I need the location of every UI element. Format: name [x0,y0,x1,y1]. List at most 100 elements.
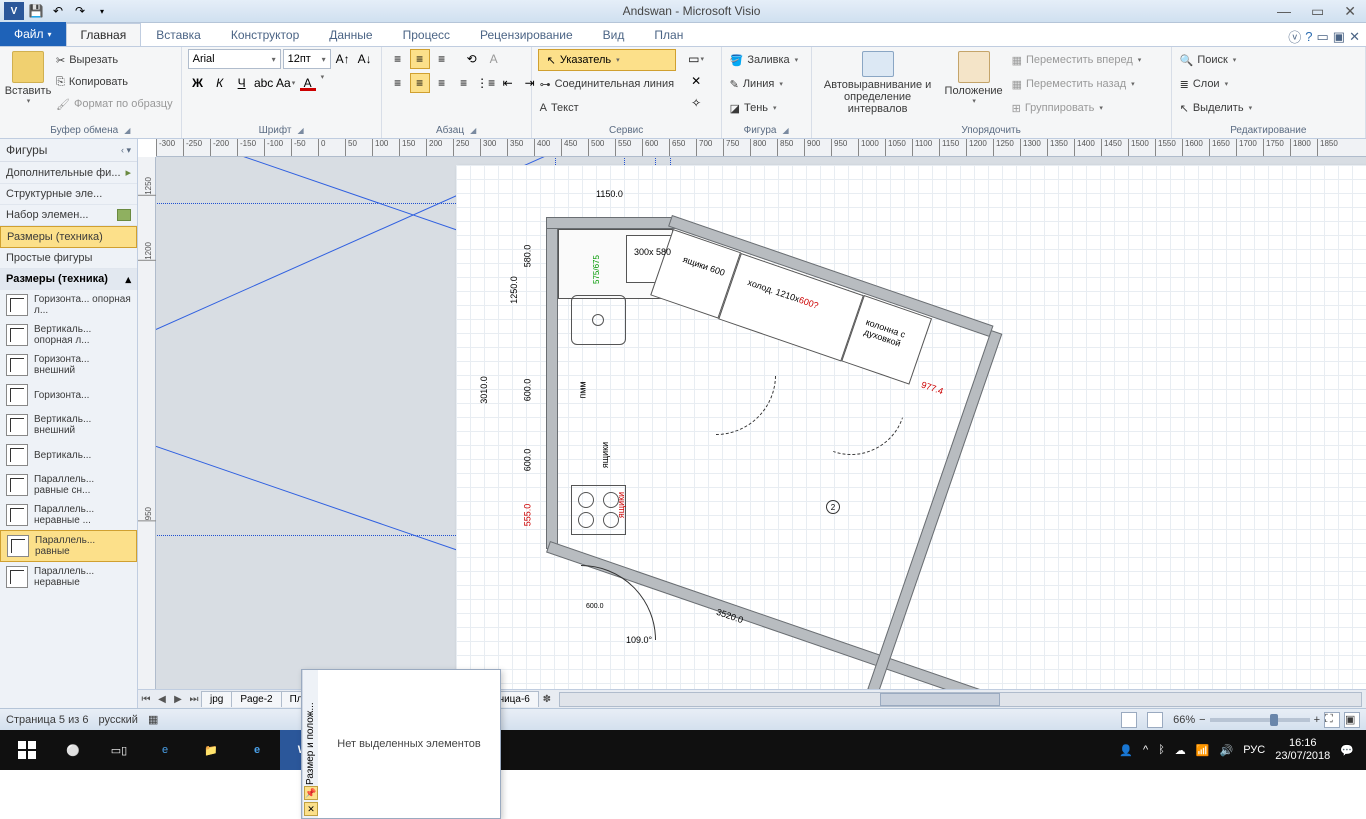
font-size-combo[interactable]: 12пт▾ [283,49,331,69]
wall[interactable] [546,217,676,229]
dim-555[interactable]: 555.0 [522,504,532,527]
shape-item-2[interactable]: Горизонта... внешний [0,350,137,380]
dim-1150[interactable]: 1150.0 [596,189,623,199]
ribbon-close-icon[interactable]: ✕ [1349,29,1360,45]
view-mode-1-button[interactable] [1121,712,1137,728]
fullscreen-button[interactable]: ▣ [1344,712,1360,728]
shape-item-0[interactable]: Горизонта... опорная л... [0,290,137,320]
help-icon[interactable]: ? [1305,29,1312,44]
notifications-icon[interactable]: 💬 [1340,744,1354,757]
dim-1250[interactable]: 1250.0 [509,276,519,304]
volume-icon[interactable]: 🔊 [1220,744,1234,757]
file-tab[interactable]: Файл [0,22,66,46]
text-tool-button[interactable]: AТекст [538,97,676,119]
status-macro-icon[interactable]: ▦ [148,713,158,726]
label-drawers[interactable]: ящики [600,442,610,468]
view-mode-2-button[interactable] [1147,712,1163,728]
layers-button[interactable]: ≣Слои▾ [1178,73,1230,95]
orientation-button[interactable]: ⟲ [462,49,482,69]
stencil-2[interactable]: Размеры (техника) [0,226,137,248]
drawing-page[interactable]: 1150.0 580.0 1250.0 3010.0 600.0 600.0 5… [456,165,1366,689]
qat-customize-icon[interactable]: ▾ [92,2,112,20]
tab-review[interactable]: Рецензирование [465,23,588,46]
shape-item-3[interactable]: Горизонта... [0,380,137,410]
bullets-button[interactable]: ⋮≡ [476,73,496,93]
close-button[interactable]: ✕ [1338,3,1362,20]
align-bottom-button[interactable]: ≡ [432,49,452,69]
align-top-button[interactable]: ≡ [388,49,408,69]
shape-item-8[interactable]: Параллель... равные [0,530,137,562]
dim-green[interactable]: 575/675 [592,255,601,284]
font-dialog-icon[interactable]: ◢ [297,126,303,135]
start-button[interactable] [4,730,50,770]
undo-icon[interactable]: ↶ [48,2,68,20]
bold-button[interactable]: Ж [188,73,208,93]
fridge[interactable] [718,253,864,362]
stencil-1[interactable]: Набор элемен... [0,205,137,226]
send-back-button[interactable]: ▦Переместить назад▾ [1010,73,1144,95]
input-lang[interactable]: РУС [1243,744,1265,756]
shape-item-7[interactable]: Параллель... неравные ... [0,500,137,530]
dim-580[interactable]: 580.0 [522,245,532,268]
dim-600b[interactable]: 600.0 [522,449,532,472]
page-prev-button[interactable]: ◀ [154,694,170,705]
page-first-button[interactable]: ⏮ [138,694,154,705]
zoom-slider[interactable] [1210,718,1310,722]
shadow-button[interactable]: ◪Тень▾ [728,97,779,119]
redo-icon[interactable]: ↷ [70,2,90,20]
zoom-slider-thumb[interactable] [1270,714,1278,726]
angle-arc[interactable] [506,565,656,689]
ruler-vertical[interactable]: 1250 1200 950 [138,157,156,689]
room-marker-2[interactable]: 2 [826,500,840,514]
edge-button[interactable]: e [142,730,188,770]
format-painter-button[interactable]: 🖌Формат по образцу [54,93,175,115]
connector-tool-button[interactable]: ⊶Соединительная линия [538,73,676,95]
page-next-button[interactable]: ▶ [170,694,186,705]
save-icon[interactable]: 💾 [26,2,46,20]
connection-point-button[interactable]: ✕ [686,71,706,91]
align-middle-button[interactable]: ≡ [410,49,430,69]
shape-item-5[interactable]: Вертикаль... [0,440,137,470]
pin-button[interactable]: 📌 [304,786,318,800]
shape-dialog-icon[interactable]: ◢ [782,126,788,135]
clock[interactable]: 16:16 23/07/2018 [1275,737,1330,763]
tab-home[interactable]: Главная [66,23,142,46]
horizontal-scrollbar[interactable] [559,692,1362,707]
ribbon-opt1-icon[interactable]: ▭ [1317,29,1329,45]
rect-tool-button[interactable]: ▭▾ [686,49,706,69]
align-right-button[interactable]: ≡ [432,73,452,93]
visio-icon[interactable]: V [4,2,24,20]
bring-front-button[interactable]: ▦Переместить вперед▾ [1010,49,1144,71]
wifi-icon[interactable]: 📶 [1196,744,1210,757]
tab-process[interactable]: Процесс [388,23,465,46]
label-pmm[interactable]: пмм [578,381,588,398]
group-button[interactable]: ⊞Группировать▾ [1010,97,1144,119]
page-tab-0[interactable]: jpg [201,691,232,707]
size-position-window[interactable]: Размер и полож... Нет выделенных элемент… [301,669,501,819]
tray-up-icon[interactable]: ^ [1143,744,1148,756]
align-left-button[interactable]: ≡ [388,73,408,93]
zoom-in-button[interactable]: + [1314,714,1320,726]
shape-item-4[interactable]: Вертикаль... внешний [0,410,137,440]
font-color-button[interactable]: A [298,73,318,93]
underline-button[interactable]: Ч [232,73,252,93]
tab-view[interactable]: Вид [588,23,640,46]
indent-dec-button[interactable]: ⇤ [498,73,518,93]
case-button[interactable]: Aa▾ [276,73,296,93]
clipboard-dialog-icon[interactable]: ◢ [124,126,130,135]
people-icon[interactable]: 👤 [1119,744,1133,757]
cut-button[interactable]: ✂Вырезать [54,49,175,71]
wall[interactable] [546,217,558,549]
crop-tool-button[interactable]: ✧ [686,93,706,113]
stencil-3[interactable]: Простые фигуры [0,248,137,269]
fill-button[interactable]: 🪣Заливка▾ [728,49,801,71]
font-name-combo[interactable]: Arial▾ [188,49,281,69]
onedrive-icon[interactable]: ☁ [1175,744,1186,757]
italic-button[interactable]: К [210,73,230,93]
shapes-menu-icon[interactable]: ‹ ▾ [121,145,131,156]
text-direction-button[interactable]: A [484,49,504,69]
paragraph-dialog-icon[interactable]: ◢ [470,126,476,135]
new-page-button[interactable]: ✽ [539,694,555,705]
close-panel-button[interactable]: ✕ [304,802,318,816]
shape-item-6[interactable]: Параллель... равные сн... [0,470,137,500]
